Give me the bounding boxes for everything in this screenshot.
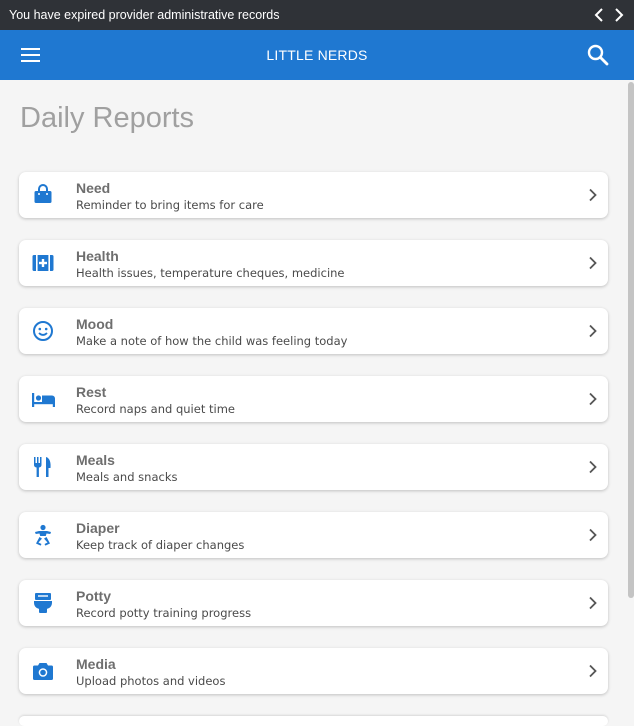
report-card-diaper[interactable]: Diaper Keep track of diaper changes bbox=[19, 512, 608, 558]
report-card-potty[interactable]: Potty Record potty training progress bbox=[19, 580, 608, 626]
camera-icon bbox=[31, 659, 55, 683]
search-icon[interactable] bbox=[586, 43, 610, 67]
report-card-mood[interactable]: Mood Make a note of how the child was fe… bbox=[19, 308, 608, 354]
report-card-rest[interactable]: Rest Record naps and quiet time bbox=[19, 376, 608, 422]
report-card-subtitle: Record potty training progress bbox=[76, 606, 252, 620]
report-card-title: Meals bbox=[76, 452, 115, 468]
report-card-subtitle: Reminder to bring items for care bbox=[76, 198, 264, 212]
report-card-title: Diaper bbox=[76, 520, 120, 536]
report-card-subtitle: Upload photos and videos bbox=[76, 674, 226, 688]
shopping-bag-icon bbox=[31, 183, 55, 207]
chevron-right-icon bbox=[588, 324, 598, 338]
report-card-title: Media bbox=[76, 656, 116, 672]
chevron-right-icon bbox=[588, 528, 598, 542]
report-card-title: Health bbox=[76, 248, 119, 264]
report-card-title: Mood bbox=[76, 316, 114, 332]
alert-nav bbox=[592, 0, 626, 30]
alert-previous-button[interactable] bbox=[592, 7, 606, 23]
chevron-right-icon bbox=[588, 460, 598, 474]
report-card-subtitle: Keep track of diaper changes bbox=[76, 538, 245, 552]
baby-icon bbox=[31, 523, 55, 547]
daily-reports-list: Need Reminder to bring items for care He… bbox=[19, 172, 608, 716]
chevron-right-icon bbox=[588, 392, 598, 406]
main-content[interactable]: Daily Reports Need Reminder to bring ite… bbox=[0, 80, 634, 718]
report-card-subtitle: Record naps and quiet time bbox=[76, 402, 235, 416]
expired-records-alert-bar[interactable]: You have expired provider administrative… bbox=[0, 0, 634, 30]
report-card-title: Rest bbox=[76, 384, 107, 400]
hamburger-menu-icon[interactable] bbox=[20, 46, 42, 64]
report-card-health[interactable]: Health Health issues, temperature cheque… bbox=[19, 240, 608, 286]
chevron-right-icon bbox=[588, 188, 598, 202]
report-card-subtitle: Make a note of how the child was feeling… bbox=[76, 334, 348, 348]
toilet-icon bbox=[31, 591, 55, 615]
smiley-face-icon bbox=[31, 319, 55, 343]
alert-message: You have expired provider administrative… bbox=[9, 8, 280, 22]
app-bar: LITTLE NERDS bbox=[0, 30, 634, 80]
fork-knife-icon bbox=[31, 455, 55, 479]
medical-kit-icon bbox=[31, 251, 55, 275]
report-card-media[interactable]: Media Upload photos and videos bbox=[19, 648, 608, 694]
report-card-title: Potty bbox=[76, 588, 111, 604]
chevron-right-icon bbox=[588, 664, 598, 678]
alert-next-button[interactable] bbox=[612, 7, 626, 23]
report-card-need[interactable]: Need Reminder to bring items for care bbox=[19, 172, 608, 218]
report-card-title: Need bbox=[76, 180, 111, 196]
chevron-right-icon bbox=[588, 256, 598, 270]
report-card-subtitle: Health issues, temperature cheques, medi… bbox=[76, 266, 345, 280]
chevron-right-icon bbox=[588, 596, 598, 610]
bed-icon bbox=[31, 387, 55, 411]
report-card-meals[interactable]: Meals Meals and snacks bbox=[19, 444, 608, 490]
scrollbar-thumb[interactable] bbox=[628, 82, 634, 598]
app-title: LITTLE NERDS bbox=[266, 47, 368, 63]
report-card-subtitle: Meals and snacks bbox=[76, 470, 178, 484]
page-title: Daily Reports bbox=[20, 102, 195, 134]
